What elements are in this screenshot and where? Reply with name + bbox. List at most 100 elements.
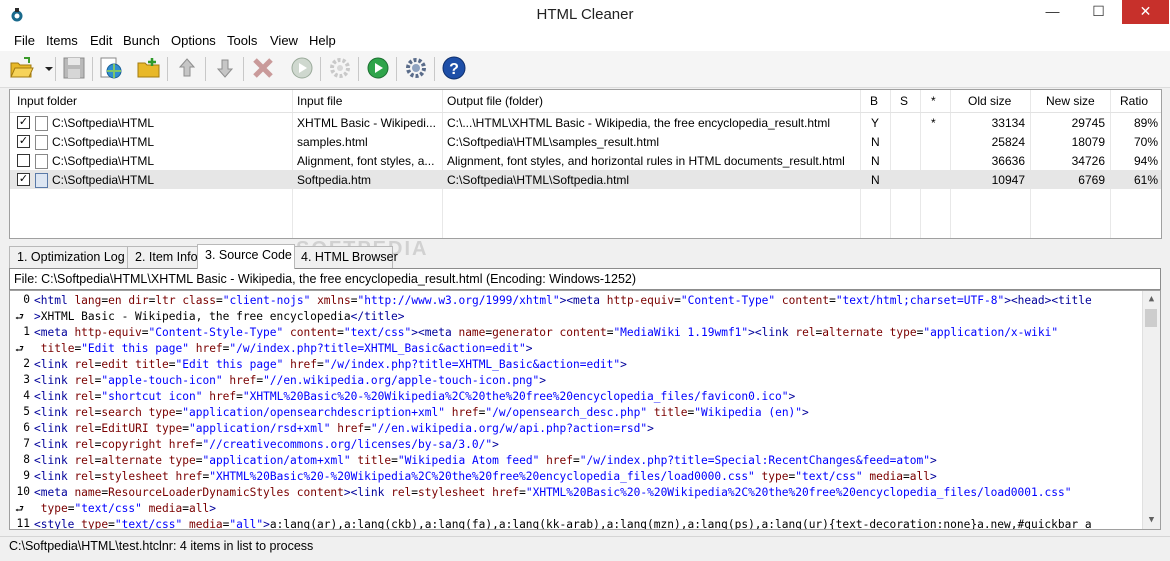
menu-edit[interactable]: Edit — [90, 33, 112, 48]
file-info-field[interactable]: File: C:\Softpedia\HTML\XHTML Basic - Wi… — [9, 268, 1161, 290]
code-line: 4 <link rel="shortcut icon" href="XHTML%2… — [10, 389, 1140, 405]
move-up-icon[interactable] — [174, 55, 200, 83]
column-header-output-file[interactable]: Output file (folder) — [447, 94, 543, 108]
code-text: <link rel=stylesheet href="XHTML%20Basic… — [34, 470, 937, 483]
help-icon[interactable]: ? — [441, 55, 467, 83]
save-icon[interactable] — [61, 55, 87, 83]
word-wrap-icon: ⮐ — [15, 312, 24, 323]
scrollbar-thumb[interactable] — [1145, 309, 1157, 327]
code-line: ⮐ title="Edit this page" href="/w/index.… — [10, 341, 1140, 357]
cell-input-file: Softpedia.htm — [297, 173, 372, 187]
tab-item-info[interactable]: 2. Item Info — [127, 246, 199, 268]
source-code-viewer[interactable]: 11 <style type="text/css" media="all">a:l… — [9, 290, 1161, 530]
column-header-b[interactable]: B — [870, 94, 878, 108]
cell-old-size: 10947 — [991, 173, 1025, 187]
add-folder-icon[interactable] — [136, 55, 162, 83]
code-text: <link rel=search type="application/opens… — [34, 406, 809, 419]
run-icon[interactable] — [289, 55, 315, 83]
column-header-input-folder[interactable]: Input folder — [17, 94, 77, 108]
scroll-down-icon[interactable]: ▼ — [1143, 512, 1160, 529]
cell-new-size: 34726 — [1071, 154, 1105, 168]
code-text: title="Edit this page" href="/w/index.ph… — [40, 342, 533, 355]
tab-html-browser[interactable]: 4. HTML Browser — [293, 246, 398, 268]
code-line: ⮐ >XHTML Basic - Wikipedia, the free ency… — [10, 309, 1140, 325]
file-icon — [35, 173, 48, 188]
cell-b: N — [871, 154, 880, 168]
column-header-old-size[interactable]: Old size — [968, 94, 1011, 108]
line-number: 10 — [16, 485, 30, 498]
file-icon — [35, 135, 48, 150]
tab-label: 1. Optimization Log — [17, 250, 125, 264]
row-checkbox[interactable]: ✓ — [17, 116, 30, 129]
column-header-input-file[interactable]: Input file — [297, 94, 342, 108]
table-row[interactable]: C:\Softpedia\HTML Alignment, font styles… — [10, 151, 1161, 170]
column-header-star[interactable]: * — [931, 94, 936, 108]
column-header-new-size[interactable]: New size — [1046, 94, 1095, 108]
column-header-ratio[interactable]: Ratio — [1120, 94, 1148, 108]
tab-optimization-log[interactable]: 1. Optimization Log — [9, 246, 129, 268]
cell-star: * — [931, 116, 936, 130]
toolbar-separator — [243, 57, 244, 81]
line-number: 2 — [23, 357, 30, 370]
code-text: <link rel=copyright href="//creativecomm… — [34, 438, 499, 451]
close-button[interactable]: ✕ — [1122, 0, 1169, 24]
add-web-icon[interactable] — [98, 55, 124, 83]
code-line: 10 <meta name=ResourceLoaderDynamicStyles… — [10, 485, 1140, 501]
status-bar: C:\Softpedia\HTML\test.htclnr: 4 items i… — [0, 536, 1170, 557]
list-header: Input folder Input file Output file (fol… — [10, 90, 1161, 113]
code-text: <link rel="shortcut icon" href="XHTML%20… — [34, 390, 796, 403]
cell-input-file: samples.html — [297, 135, 368, 149]
line-number: 7 — [23, 437, 30, 450]
vertical-scrollbar[interactable]: ▲ ▼ — [1142, 291, 1160, 529]
cell-output-file: C:\Softpedia\HTML\Softpedia.html — [447, 173, 630, 187]
menu-bunch[interactable]: Bunch — [123, 33, 160, 48]
cell-new-size: 18079 — [1071, 135, 1105, 149]
code-text: type="text/css" media=all> — [40, 502, 216, 515]
line-number: 3 — [23, 373, 30, 386]
cell-ratio: 70% — [1133, 135, 1158, 149]
code-text: <link rel="apple-touch-icon" href="//en.… — [34, 374, 547, 387]
table-row[interactable]: ✓ C:\Softpedia\HTML XHTML Basic - Wikipe… — [10, 113, 1161, 132]
row-checkbox[interactable]: ✓ — [17, 135, 30, 148]
row-checkbox[interactable]: ✓ — [17, 173, 30, 186]
minimize-button[interactable]: — — [1030, 0, 1075, 24]
tab-source-code[interactable]: 3. Source Code — [197, 244, 295, 269]
code-text: <link rel=edit title="Edit this page" hr… — [34, 358, 627, 371]
items-list[interactable]: Input folder Input file Output file (fol… — [9, 89, 1162, 239]
code-line: 1 <meta http-equiv="Content-Style-Type" c… — [10, 325, 1140, 341]
toolbar-separator — [396, 57, 397, 81]
word-wrap-icon: ⮐ — [15, 504, 24, 515]
table-row[interactable]: ✓ C:\Softpedia\HTML Softpedia.htm C:\Sof… — [10, 170, 1161, 189]
menu-bar: File Items Edit Bunch Options Tools View… — [0, 31, 1170, 51]
dropdown-arrow-icon[interactable] — [36, 55, 53, 83]
menu-items[interactable]: Items — [46, 33, 78, 48]
file-info-text: File: C:\Softpedia\HTML\XHTML Basic - Wi… — [14, 272, 637, 286]
code-line: 7 <link rel=copyright href="//creativecom… — [10, 437, 1140, 453]
scroll-up-icon[interactable]: ▲ — [1143, 291, 1160, 308]
code-line: 9 <link rel=stylesheet href="XHTML%20Basi… — [10, 469, 1140, 485]
menu-view[interactable]: View — [270, 33, 298, 48]
line-number: 8 — [23, 453, 30, 466]
cell-input-file: XHTML Basic - Wikipedi... — [297, 116, 436, 130]
code-line: 2 <link rel=edit title="Edit this page" h… — [10, 357, 1140, 373]
delete-icon[interactable] — [250, 55, 276, 83]
table-row[interactable]: ✓ C:\Softpedia\HTML samples.html C:\Soft… — [10, 132, 1161, 151]
menu-tools[interactable]: Tools — [227, 33, 257, 48]
settings-disabled-icon[interactable] — [327, 55, 353, 83]
maximize-button[interactable]: ☐ — [1076, 0, 1121, 24]
run-all-icon[interactable] — [365, 55, 391, 83]
open-folder-icon[interactable] — [9, 55, 35, 83]
cell-b: N — [871, 135, 880, 149]
toolbar-separator — [358, 57, 359, 81]
row-checkbox[interactable] — [17, 154, 30, 167]
menu-help[interactable]: Help — [309, 33, 336, 48]
line-number: 1 — [23, 325, 30, 338]
menu-file[interactable]: File — [14, 33, 35, 48]
cell-old-size: 25824 — [991, 135, 1025, 149]
options-gear-icon[interactable] — [403, 55, 429, 83]
toolbar-separator — [92, 57, 93, 81]
column-header-s[interactable]: S — [900, 94, 908, 108]
menu-options[interactable]: Options — [171, 33, 216, 48]
move-down-icon[interactable] — [212, 55, 238, 83]
code-line: 8 <link rel=alternate type="application/a… — [10, 453, 1140, 469]
